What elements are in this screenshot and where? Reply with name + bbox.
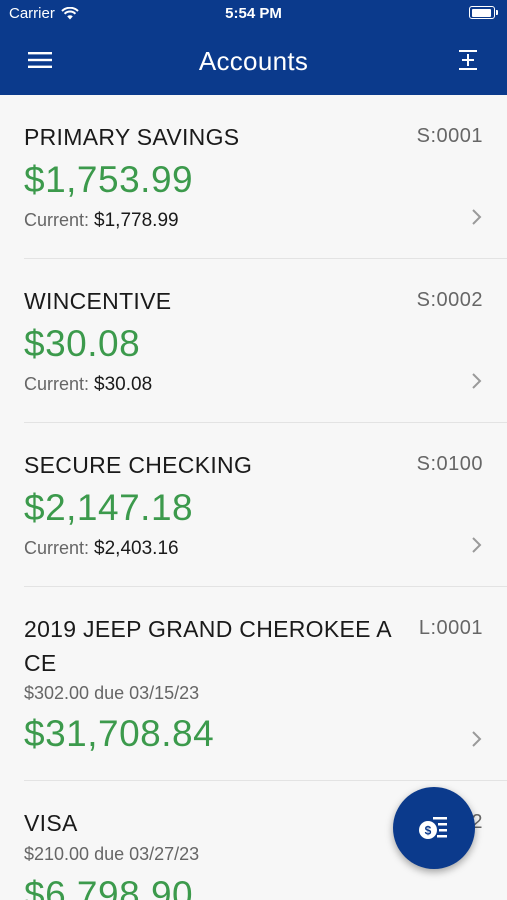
account-name: WINCENTIVE <box>24 288 172 314</box>
app: Carrier 5:54 PM Accounts PRIMARY SAVINGS… <box>0 0 507 900</box>
account-item-jeep-loan[interactable]: 2019 JEEP GRAND CHEROKEE A CE L:0001 $30… <box>24 587 507 781</box>
account-list: PRIMARY SAVINGS S:0001 $1,753.99 Current… <box>0 95 507 900</box>
account-id: S:0001 <box>416 125 483 147</box>
current-value: $30.08 <box>94 374 153 395</box>
transfer-fab-button[interactable]: $ <box>393 787 475 869</box>
current-balance: Current: $30.08 <box>24 371 152 398</box>
chevron-right-icon <box>472 373 482 389</box>
account-balance: $31,708.84 <box>24 713 215 754</box>
nav-bar: Accounts <box>0 28 507 95</box>
app-header: Carrier 5:54 PM Accounts <box>0 0 507 95</box>
account-name: VISA <box>24 810 78 836</box>
expand-collapse-button[interactable] <box>455 46 481 74</box>
account-id: L:0001 <box>418 617 483 639</box>
payment-due: $210.00 due 03/27/23 <box>24 844 200 864</box>
page-title: Accounts <box>198 46 309 76</box>
status-time: 5:54 PM <box>225 5 282 22</box>
chevron-right-icon <box>472 731 482 747</box>
account-balance: $2,147.18 <box>24 487 194 528</box>
transfer-money-icon: $ <box>419 817 447 839</box>
account-item-secure-checking[interactable]: SECURE CHECKING S:0100 $2,147.18 Current… <box>24 423 507 587</box>
current-balance: Current: $2,403.16 <box>24 535 179 562</box>
account-name-line2: CE <box>24 650 57 676</box>
account-name: SECURE CHECKING <box>24 452 253 478</box>
current-label: Current: <box>24 210 90 230</box>
account-balance: $1,753.99 <box>24 159 194 200</box>
account-balance: $6,798.90 <box>24 874 194 900</box>
svg-text:$: $ <box>425 824 432 838</box>
account-id: S:0002 <box>416 289 483 311</box>
payment-due: $302.00 due 03/15/23 <box>24 683 200 703</box>
current-value: $2,403.16 <box>94 538 179 559</box>
account-item-wincentive[interactable]: WINCENTIVE S:0002 $30.08 Current: $30.08 <box>24 259 507 423</box>
expand-collapse-icon <box>459 50 477 70</box>
battery-icon <box>469 6 498 19</box>
account-item-primary-savings[interactable]: PRIMARY SAVINGS S:0001 $1,753.99 Current… <box>24 95 507 259</box>
account-name: 2019 JEEP GRAND CHEROKEE A CE <box>24 612 472 680</box>
account-balance: $30.08 <box>24 323 141 364</box>
current-balance: Current: $1,778.99 <box>24 207 179 234</box>
current-label: Current: <box>24 538 90 558</box>
chevron-right-icon <box>472 537 482 553</box>
account-id: S:0100 <box>416 453 483 475</box>
account-name-line1: 2019 JEEP GRAND CHEROKEE A <box>24 616 392 642</box>
status-bar: Carrier 5:54 PM <box>0 0 507 28</box>
current-value: $1,778.99 <box>94 210 179 231</box>
chevron-right-icon <box>472 209 482 225</box>
account-name: PRIMARY SAVINGS <box>24 124 240 150</box>
current-label: Current: <box>24 374 90 394</box>
